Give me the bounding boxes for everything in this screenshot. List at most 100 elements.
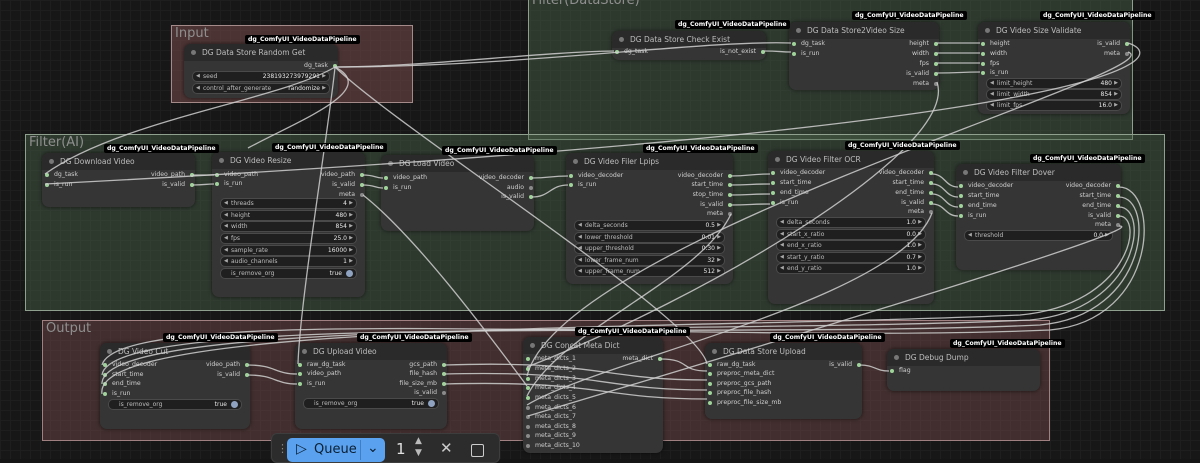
input-start-time[interactable]: start_time [958,192,999,200]
output-is-valid[interactable]: is_valid [906,70,939,78]
widget-delta-seconds[interactable]: ◀ delta_seconds 0.5 ▶ [574,220,725,231]
output-is-valid[interactable]: is_valid [901,199,934,207]
output-height[interactable]: height [909,40,939,48]
input-dg-task[interactable]: dg_task [614,48,648,56]
input-is-run[interactable]: is_run [791,50,819,58]
collapse-dot[interactable] [894,355,899,360]
node-video-size-validate[interactable]: DG Video Size Validate height width fps … [978,22,1130,114]
toggle-is-remove-org[interactable]: is_remove_org true [220,268,357,279]
input-meta-dicts-2[interactable]: meta_dicts_2 [525,365,576,373]
node-title[interactable]: DG Data Store Upload [705,343,862,360]
widget-lower-frame-num[interactable]: ◀ lower_frame_num 32 ▶ [574,255,725,266]
widget-upper-threshold[interactable]: ◀ upper_threshold 0.30 ▶ [574,243,725,254]
node-title[interactable]: DG Concat Meta Dict [523,337,663,354]
input-is-run[interactable]: is_run [980,69,1008,77]
widget-limit-width[interactable]: ◀ limit_width 854 ▶ [986,89,1122,100]
node-title[interactable]: DG Debug Dump [887,349,1040,366]
input-fps[interactable]: fps [980,60,999,68]
node-title[interactable]: DG Download Video [42,153,195,170]
input-is-run[interactable]: is_run [214,180,242,188]
input-dg-task[interactable]: dg_task [44,171,78,179]
input-start-time[interactable]: start_time [102,371,143,379]
chevron-up-icon[interactable]: ▲ [415,436,422,446]
input-is-run[interactable]: is_run [958,212,986,220]
output-gcs-path[interactable]: gcs_path [409,361,447,369]
output-end-time[interactable]: end_time [1082,202,1121,210]
toggle-is-remove-org[interactable]: is_remove_org true [108,399,242,410]
collapse-dot[interactable] [796,28,801,33]
node-title[interactable]: DG Data Store2Video Size [789,22,939,39]
output-start-time[interactable]: start_time [1080,192,1121,200]
collapse-dot[interactable] [107,349,112,354]
input-meta-dicts-1[interactable]: meta_dicts_1 [525,355,576,363]
input-preproc-file-size-mb[interactable]: preproc_file_size_mb [707,399,781,407]
node-video-filer-lpips[interactable]: DG Video Filer Lpips video_decoder is_ru… [566,153,733,284]
input-meta-dicts-10[interactable]: meta_dicts_10 [525,442,580,450]
node-concat-meta-dict[interactable]: DG Concat Meta Dict meta_dicts_1 meta_di… [523,337,663,453]
input-meta-dicts-5[interactable]: meta_dicts_5 [525,394,576,402]
collapse-dot[interactable] [191,50,196,55]
node-data-store-random-get[interactable]: DG Data Store Random Get dg_task ◀ seed 23… [184,44,338,98]
stop-icon[interactable] [471,444,484,457]
input-end-time[interactable]: end_time [770,189,809,197]
output-meta[interactable]: meta [1104,50,1130,58]
output-video-decoder[interactable]: video_decoder [879,169,934,177]
widget-upper-frame-num[interactable]: ◀ upper_frame_num 512 ▶ [574,266,725,277]
output-is-not-exist[interactable]: is_not_exist [720,48,766,56]
collapse-dot[interactable] [712,349,717,354]
widget-limit-height[interactable]: ◀ limit_height 480 ▶ [986,78,1122,89]
widget-threads[interactable]: ◀ threads 4 ▶ [220,198,357,209]
node-video-resize[interactable]: DG Video Resize video_path is_run video_… [212,152,365,297]
chevron-down-icon[interactable]: ⌄ [367,440,379,456]
input-meta-dicts-9[interactable]: meta_dicts_9 [525,432,576,440]
node-data-store2video-size[interactable]: DG Data Store2Video Size dg_task is_run … [789,22,939,90]
toggle-knob[interactable] [428,400,435,407]
queue-count-input[interactable]: 1 [396,440,406,458]
input-video-decoder[interactable]: video_decoder [568,172,623,180]
output-is-valid[interactable]: is_valid [501,193,534,201]
input-is-run[interactable]: is_run [44,181,72,189]
input-is-run[interactable]: is_run [568,181,596,189]
output-stop-time[interactable]: stop_time [693,191,733,199]
input-preproc-gcs-path[interactable]: preproc_gcs_path [707,380,771,388]
node-title[interactable]: DG Video Cut [100,343,250,360]
widget-end-x-ratio[interactable]: ◀ end_x_ratio 1.0 ▶ [776,240,926,251]
output-end-time[interactable]: end_time [895,189,934,197]
output-video-decoder[interactable]: video_decoder [479,174,534,182]
output-is-valid[interactable]: is_valid [414,389,447,397]
input-video-decoder[interactable]: video_decoder [102,361,157,369]
collapse-dot[interactable] [530,343,535,348]
node-title[interactable]: DG Video Filer Lpips [566,153,733,170]
input-start-time[interactable]: start_time [770,179,811,187]
output-fps[interactable]: fps [920,60,939,68]
input-preproc-meta-dict[interactable]: preproc_meta_dict [707,370,774,378]
input-dg-task[interactable]: dg_task [791,40,825,48]
widget-start-y-ratio[interactable]: ◀ start_y_ratio 0.7 ▶ [776,252,926,263]
node-title[interactable]: DG Video Size Validate [978,22,1130,39]
input-video-decoder[interactable]: video_decoder [958,182,1013,190]
input-width[interactable]: width [980,50,1007,58]
input-meta-dicts-8[interactable]: meta_dicts_8 [525,423,576,431]
collapse-dot[interactable] [49,159,54,164]
output-meta[interactable]: meta [913,80,939,88]
widget-start-x-ratio[interactable]: ◀ start_x_ratio 0.0 ▶ [776,229,926,240]
widget-width[interactable]: ◀ width 854 ▶ [220,221,357,232]
graph-canvas[interactable]: Filter(DataStore) Input Filter(AI) Outpu… [0,0,1200,463]
output-video-path[interactable]: video_path [151,171,195,179]
widget-limit-fps[interactable]: ◀ limit_fps 16.0 ▶ [986,100,1122,111]
output-is-valid[interactable]: is_valid [332,181,365,189]
input-raw-dg-task[interactable]: raw_dg_task [297,361,345,369]
widget-height[interactable]: ◀ height 480 ▶ [220,210,357,221]
output-video-decoder[interactable]: video_decoder [678,172,733,180]
chevron-down-icon[interactable]: ▼ [415,448,422,458]
widget-seed[interactable]: ◀ seed 238193273979291 ▶ [192,71,330,82]
input-end-time[interactable]: end_time [102,380,141,388]
node-title[interactable]: DG Video Resize [212,152,365,169]
input-flag[interactable]: flag [889,367,911,375]
collapse-dot[interactable] [219,158,224,163]
output-audio[interactable]: audio [507,184,534,192]
input-end-time[interactable]: end_time [958,202,997,210]
output-meta[interactable]: meta [1095,221,1121,229]
output-meta[interactable]: meta [707,210,733,218]
input-raw-dg-task[interactable]: raw_dg_task [707,361,755,369]
